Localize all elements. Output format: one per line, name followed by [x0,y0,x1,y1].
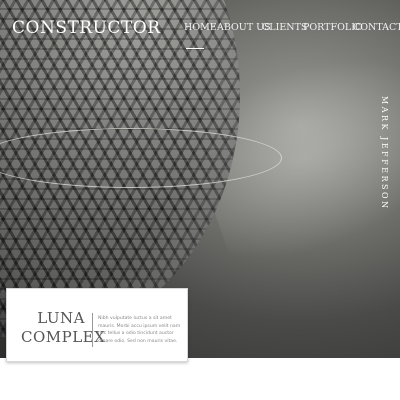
card-divider [92,313,93,347]
nav-clients[interactable]: CLIENTS [262,22,307,33]
project-description: Nibh vulputate luctus a sit amet mauris.… [98,316,181,344]
project-title-line2: COMPLEX [21,328,106,346]
project-title: LUNA COMPLEX [21,309,106,347]
vertical-author-name: MARK JEFFERSON [380,96,389,211]
project-card[interactable]: LUNA COMPLEX Nibh vulputate luctus a sit… [6,288,188,362]
nav-home[interactable]: HOME [184,22,217,49]
site-logo[interactable]: CONSTRUCTOR [12,18,161,38]
nav-contact[interactable]: CONTACT [353,22,400,33]
project-title-line1: LUNA [37,309,85,327]
